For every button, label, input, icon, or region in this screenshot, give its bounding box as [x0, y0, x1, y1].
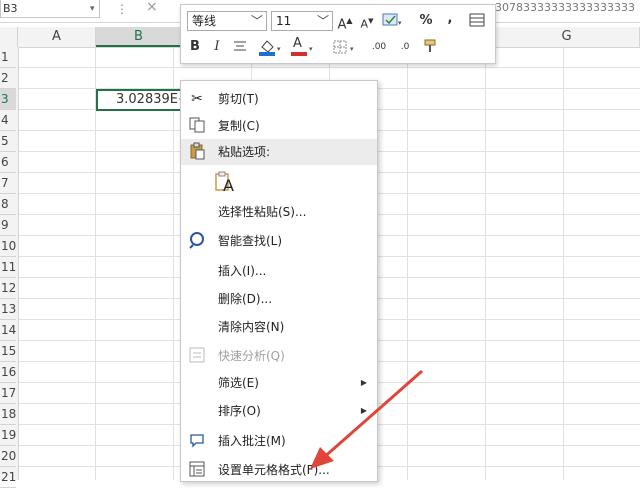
paste-icon	[187, 142, 207, 162]
row-header[interactable]: 5	[0, 131, 16, 152]
menu-item-label: 筛选(E)	[218, 376, 259, 390]
increase-decimal-icon: .00	[371, 42, 387, 52]
row-header[interactable]: 13	[0, 299, 16, 320]
menu-item-delete[interactable]: 删除(D)...	[181, 286, 377, 312]
column-header[interactable]: G	[494, 27, 640, 47]
paste-values-option[interactable]: A	[214, 171, 236, 197]
menu-item-paste-options-header: 粘贴选项:	[181, 139, 377, 165]
row-header[interactable]: 14	[0, 320, 16, 341]
decrease-decimal-icon: .0	[400, 42, 410, 52]
annotation-arrow-icon	[310, 369, 423, 469]
row-header[interactable]: 10	[0, 236, 16, 257]
menu-item-label: 插入批注(M)	[218, 434, 286, 448]
format-cells-icon	[187, 460, 207, 480]
borders-button[interactable]: ▾	[331, 37, 359, 57]
font-name-select[interactable]: 等线 ﹀	[187, 11, 267, 31]
menu-item-label: 插入(I)...	[218, 264, 267, 278]
accounting-format-icon: ▾	[382, 13, 402, 27]
select-all-corner[interactable]	[0, 27, 18, 47]
menu-item-label: 粘贴选项:	[218, 145, 271, 159]
row-header[interactable]: 2	[0, 68, 16, 89]
decrease-font-size-button[interactable]: A▼	[359, 11, 375, 31]
decrease-decimal-button[interactable]: .0	[393, 37, 417, 57]
menu-item-paste-special[interactable]: 选择性粘贴(S)...	[181, 199, 377, 225]
more-options-icon[interactable]: ⋮	[116, 0, 128, 18]
row-header[interactable]: 21	[0, 467, 16, 488]
cancel-icon[interactable]: ×	[146, 0, 158, 16]
menu-item-label: 清除内容(N)	[218, 320, 285, 334]
quick-analysis-icon	[187, 346, 207, 366]
menu-item-label: 智能查找(L)	[218, 234, 283, 248]
row-header-selected[interactable]: 3	[0, 89, 16, 110]
font-name-value: 等线	[192, 14, 217, 28]
scissors-icon: ✂	[191, 91, 203, 107]
row-header[interactable]: 7	[0, 173, 16, 194]
menu-item-insert[interactable]: 插入(I)...	[181, 258, 377, 284]
row-header[interactable]: 18	[0, 404, 16, 425]
row-header[interactable]: 15	[0, 341, 16, 362]
name-box[interactable]: B3	[0, 0, 100, 18]
menu-item-label: 剪切(T)	[218, 92, 259, 106]
font-color-button[interactable]: ▾ A	[289, 36, 317, 57]
row-header[interactable]: 11	[0, 257, 16, 278]
row-header[interactable]: 6	[0, 152, 16, 173]
font-size-select[interactable]: 11 ﹀	[271, 11, 333, 31]
menu-item-label: 快速分析(Q)	[218, 349, 285, 363]
menu-item-copy[interactable]: 复制(C)	[181, 113, 377, 139]
percent-style-button[interactable]: %	[417, 11, 435, 31]
mini-toolbar: 等线 ﹀ 11 ﹀ A▲ A▼ ▾ % , B I ▾ ▾ A ▾ .00 .0	[180, 4, 496, 64]
accounting-format-button[interactable]: ▾	[379, 11, 405, 31]
paste-option-letter: A	[223, 176, 234, 195]
menu-item-clear-contents[interactable]: 清除内容(N)	[181, 314, 377, 340]
increase-decimal-button[interactable]: .00	[367, 37, 391, 57]
row-header[interactable]: 20	[0, 446, 16, 467]
borders-icon: ▾	[333, 40, 354, 54]
table-format-icon	[469, 13, 485, 27]
row-header[interactable]: 8	[0, 194, 16, 215]
comma-style-button[interactable]: ,	[443, 9, 457, 29]
increase-font-size-button[interactable]: A▲	[337, 11, 353, 32]
italic-button[interactable]: I	[209, 37, 225, 57]
row-header[interactable]: 19	[0, 425, 16, 446]
align-center-icon	[234, 41, 246, 51]
menu-item-label: 删除(D)...	[218, 292, 273, 306]
format-painter-icon	[424, 39, 436, 52]
font-size-value: 11	[276, 14, 292, 28]
copy-icon	[187, 116, 207, 136]
decrease-font-icon: A	[360, 17, 369, 31]
row-header[interactable]: 17	[0, 383, 16, 404]
format-painter-grid-button[interactable]	[467, 11, 487, 31]
chevron-down-icon: ﹀	[250, 14, 263, 28]
svg-text:▾: ▾	[398, 19, 402, 27]
row-header[interactable]: 12	[0, 278, 16, 299]
align-center-button[interactable]	[231, 37, 249, 57]
smart-lookup-icon	[187, 231, 207, 251]
active-cell[interactable]: 3.02839E+19	[96, 89, 182, 111]
menu-item-label: 选择性粘贴(S)...	[218, 205, 307, 219]
svg-text:▾: ▾	[350, 45, 354, 53]
menu-item-label: 排序(O)	[218, 404, 261, 418]
chevron-down-icon: ﹀	[316, 14, 329, 28]
bold-button[interactable]: B	[187, 37, 203, 57]
comment-icon	[187, 431, 207, 451]
menu-item-smart-lookup[interactable]: 智能查找(L)	[181, 228, 377, 254]
row-header[interactable]: 4	[0, 110, 16, 131]
column-header[interactable]: A	[18, 27, 96, 47]
row-header[interactable]: 16	[0, 362, 16, 383]
svg-text:▾: ▾	[309, 45, 313, 53]
font-color-letter: A	[293, 36, 302, 51]
svg-text:▾: ▾	[277, 45, 281, 53]
fill-color-icon: ▾	[259, 40, 281, 56]
fill-color-button[interactable]: ▾	[257, 37, 285, 57]
row-header[interactable]: 9	[0, 215, 16, 236]
row-headers: 1 2 3 4 5 6 7 8 9 10 11 12 13 14 15 16 1…	[0, 47, 19, 488]
menu-item-label: 复制(C)	[218, 119, 260, 133]
menu-item-cut[interactable]: ✂ 剪切(T)	[181, 86, 377, 112]
formula-input[interactable]: 30783333333333333333	[495, 0, 640, 18]
name-box-dropdown-icon[interactable]: ▾	[90, 0, 95, 18]
format-painter-button[interactable]	[421, 37, 441, 57]
row-header[interactable]: 1	[0, 47, 16, 68]
column-header-selected[interactable]: B	[96, 27, 182, 47]
